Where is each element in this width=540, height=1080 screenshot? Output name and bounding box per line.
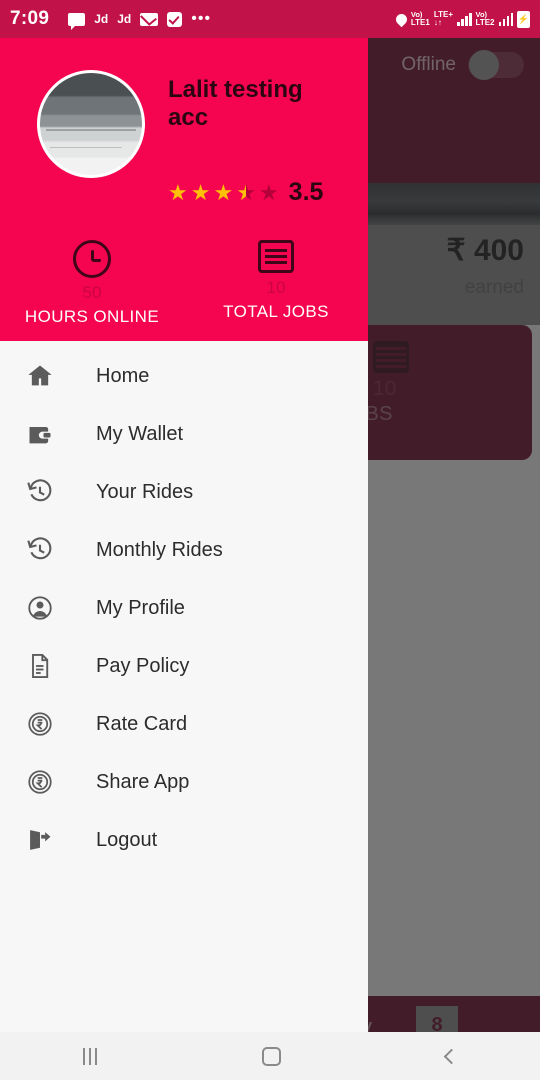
navigation-drawer: Lalit testing acc ★ ★ ★ ★ ★ 3.5 50 HOURS… — [0, 38, 368, 1032]
status-bar-clock: 7:09 — [10, 8, 50, 29]
star-icon-3: ★ — [213, 179, 234, 205]
history-icon — [20, 536, 60, 564]
more-notifications-icon: ••• — [191, 10, 212, 27]
menu-item-label: Logout — [96, 828, 158, 851]
battery-icon: ⚡ — [517, 10, 530, 28]
signal-bars-1-icon — [457, 12, 472, 26]
page-title: Lalit testing acc — [168, 76, 303, 131]
wallet-icon — [20, 420, 60, 448]
menu-item-label: Monthly Rides — [96, 538, 223, 561]
person-icon — [20, 594, 60, 622]
menu-item-label: Your Rides — [96, 480, 194, 503]
stats-row: 50 HOURS ONLINE 10 TOTAL JOBS — [0, 240, 368, 327]
menu-item-label: Home — [96, 364, 150, 387]
avatar-detail-1 — [46, 129, 136, 131]
stat-total-jobs: 10 TOTAL JOBS — [184, 240, 368, 327]
logout-icon — [20, 826, 60, 854]
home-icon — [20, 362, 60, 390]
network-label-1: Vo) LTE1 — [411, 11, 430, 27]
menu-item-label: Pay Policy — [96, 654, 190, 677]
total-jobs-label: TOTAL JOBS — [223, 302, 329, 321]
status-bar-right: Vo) LTE1 LTE+ ↓↑ Vo) LTE2 ⚡ — [393, 10, 530, 28]
data-arrows-label: ↓↑ — [433, 18, 442, 27]
status-bar: 7:09 Jd Jd ••• Vo) LTE1 LTE+ ↓↑ Vo) LTE2 — [0, 0, 540, 38]
menu-item-label: Share App — [96, 770, 190, 793]
phone-screen: Offline ₹ 400 earned 10 AL JOBS y 8 7:09… — [0, 0, 540, 1080]
total-jobs-value: 10 — [266, 278, 286, 297]
android-nav-bar — [0, 1032, 540, 1080]
hours-online-value: 50 — [82, 283, 102, 302]
lte2-label: LTE2 — [475, 17, 495, 27]
rating-row: ★ ★ ★ ★ ★ 3.5 — [168, 178, 323, 207]
mail-icon — [140, 12, 159, 26]
rupee-circle-icon — [20, 768, 60, 796]
list-icon — [258, 240, 294, 273]
drawer-menu: Home My Wallet Your Rides Monthly Rides — [0, 341, 368, 869]
app-badge-1: Jd — [94, 12, 109, 26]
menu-item-logout[interactable]: Logout — [0, 811, 368, 869]
star-icon-2: ★ — [190, 179, 211, 205]
menu-item-pay-policy[interactable]: Pay Policy — [0, 637, 368, 695]
rating-value: 3.5 — [288, 178, 324, 206]
network-label-2: LTE+ ↓↑ — [434, 11, 453, 27]
star-icon-5-empty: ★ — [258, 179, 279, 205]
chat-icon — [68, 12, 86, 30]
home-button[interactable] — [261, 1046, 281, 1066]
star-icon-4-half: ★ — [236, 179, 256, 205]
rupee-circle-icon — [20, 710, 60, 738]
star-icon-1: ★ — [168, 179, 188, 205]
recents-button[interactable] — [82, 1047, 97, 1065]
menu-item-label: My Wallet — [96, 422, 184, 445]
checkbox-icon — [167, 11, 183, 27]
avatar[interactable] — [37, 70, 145, 178]
menu-item-my-profile[interactable]: My Profile — [0, 579, 368, 637]
stat-hours-online: 50 HOURS ONLINE — [0, 240, 184, 327]
menu-item-home[interactable]: Home — [0, 347, 368, 405]
menu-item-monthly-rides[interactable]: Monthly Rides — [0, 521, 368, 579]
drawer-header: Lalit testing acc ★ ★ ★ ★ ★ 3.5 50 HOURS… — [0, 38, 368, 341]
menu-item-my-wallet[interactable]: My Wallet — [0, 405, 368, 463]
app-badge-2: Jd — [117, 12, 132, 26]
signal-bars-2-icon — [498, 12, 513, 26]
lte1-label: LTE1 — [410, 17, 430, 27]
document-icon — [20, 652, 60, 680]
menu-item-your-rides[interactable]: Your Rides — [0, 463, 368, 521]
network-label-3: Vo) LTE2 — [476, 11, 495, 27]
menu-item-label: My Profile — [96, 596, 185, 619]
location-icon — [393, 11, 410, 27]
menu-item-label: Rate Card — [96, 712, 188, 735]
menu-item-share-app[interactable]: Share App — [0, 753, 368, 811]
status-bar-left: 7:09 Jd Jd ••• — [10, 8, 396, 30]
hours-online-label: HOURS ONLINE — [24, 307, 160, 326]
clock-icon — [73, 240, 111, 278]
menu-item-rate-card[interactable]: Rate Card — [0, 695, 368, 753]
history-icon — [20, 478, 60, 506]
back-button[interactable] — [444, 1048, 460, 1064]
avatar-detail-2 — [50, 147, 122, 148]
